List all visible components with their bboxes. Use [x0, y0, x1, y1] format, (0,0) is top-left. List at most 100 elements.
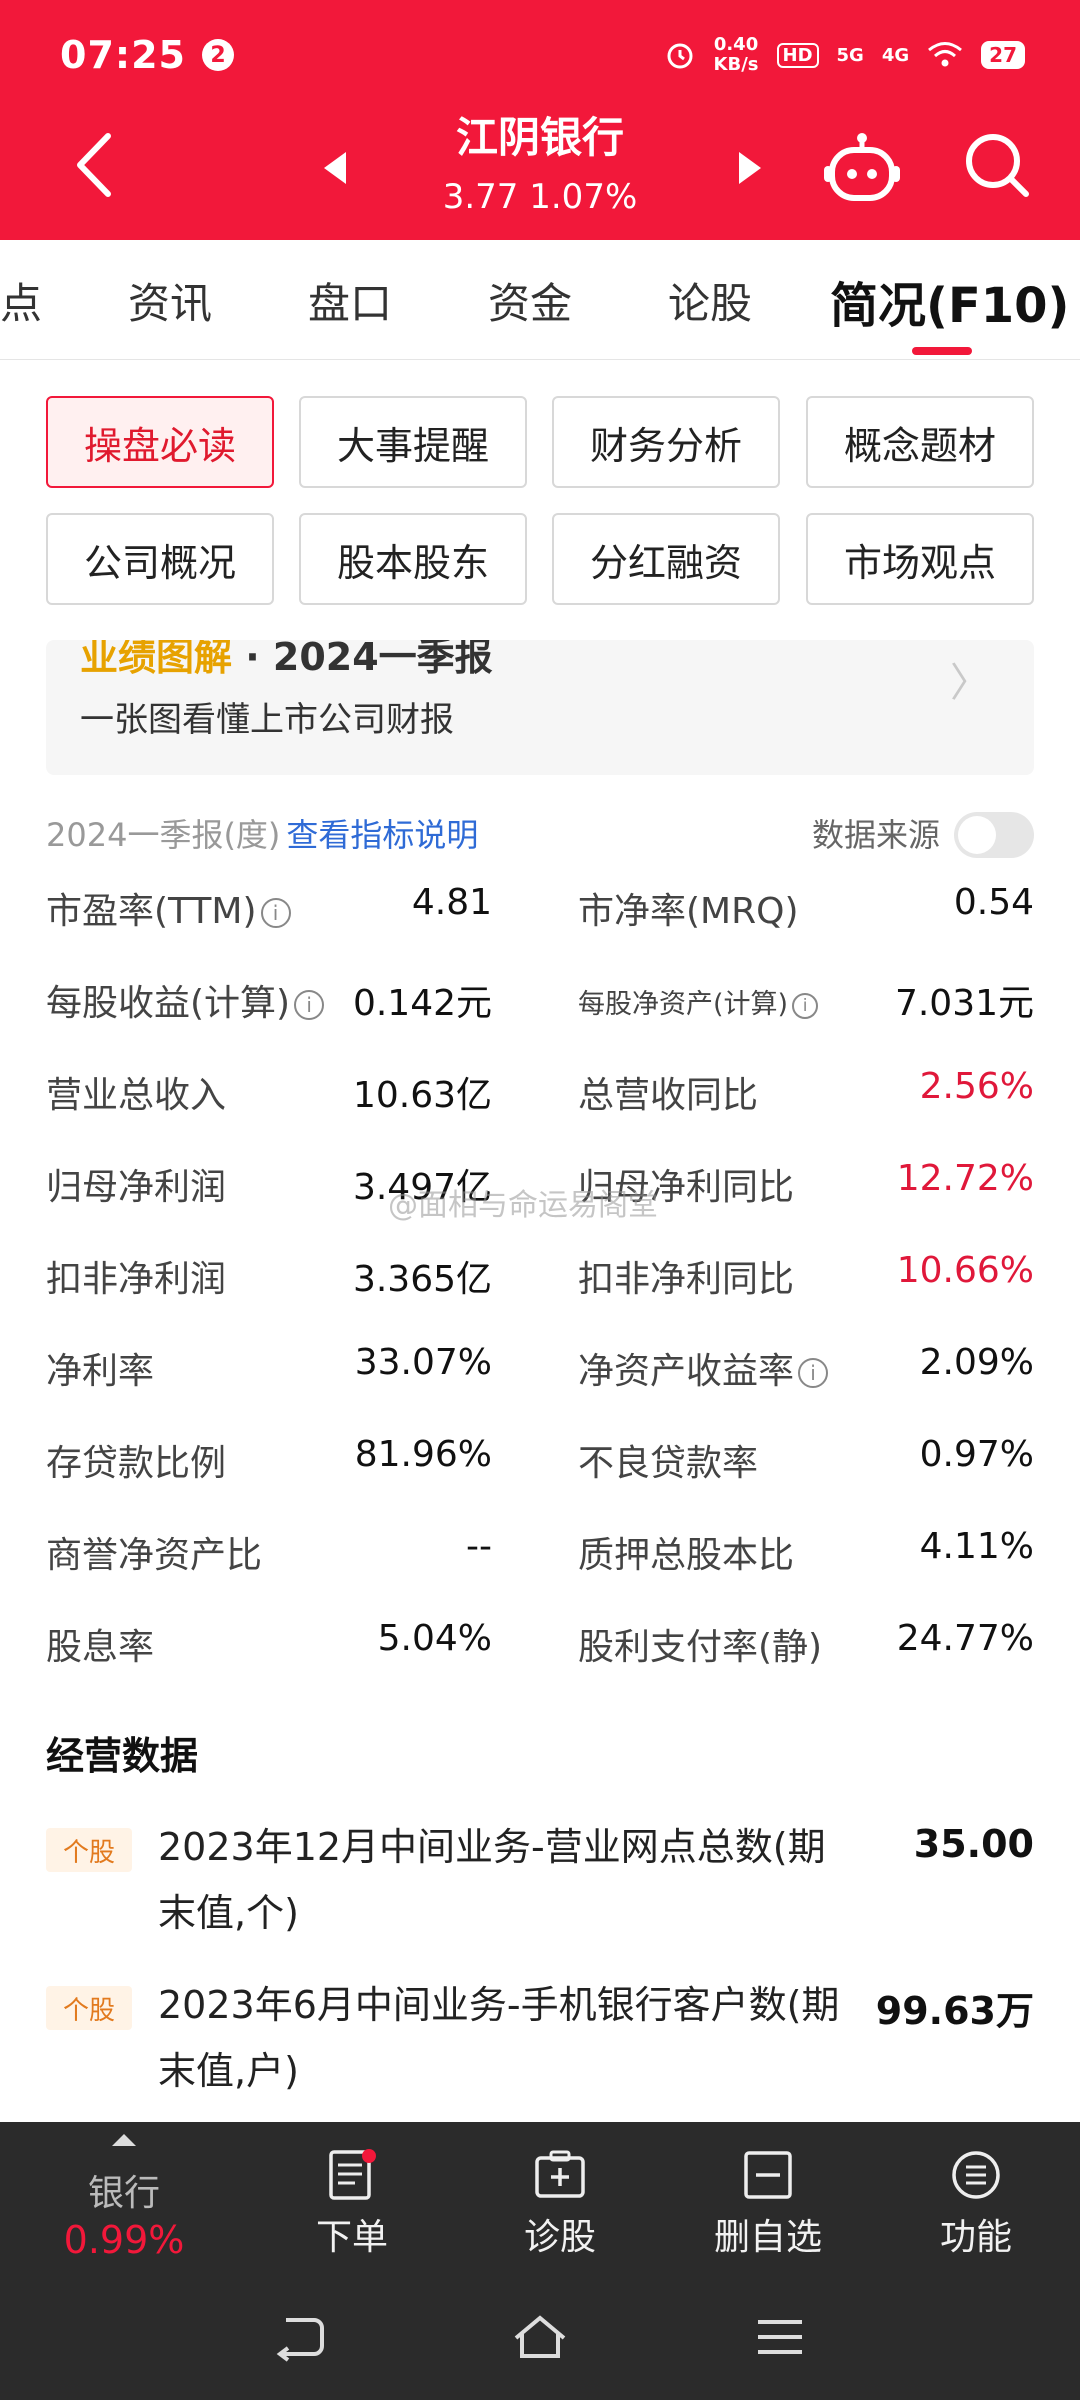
header: 07:25 2 0.40 KB/s HD 5G 4G 27 江阴银行 3.77 …: [0, 0, 1080, 240]
alarm-icon: [667, 43, 693, 69]
toggle-knob: [958, 816, 996, 854]
info-icon[interactable]: i: [294, 990, 325, 1020]
metric-label: 商誉净资产比: [46, 1526, 262, 1578]
tab-news[interactable]: 资讯: [128, 270, 212, 331]
metric-label: 不良贷款率: [578, 1434, 758, 1486]
metric-row: 商誉净资产比 -- 质押总股本比 4.11%: [46, 1506, 1034, 1598]
metric-label: 股息率: [46, 1618, 154, 1670]
tab-funds[interactable]: 资金: [488, 270, 572, 331]
bottom-toolbar: 银行 0.99% 下单 诊股 删自选 功能: [0, 2122, 1080, 2272]
btn-financial-analysis[interactable]: 财务分析: [552, 396, 780, 488]
metric-row: 市盈率(TTM) i 4.81 市净率(MRQ) 0.54: [46, 862, 1034, 954]
metric-value: 4.81: [411, 882, 492, 923]
system-menu-icon[interactable]: [752, 2312, 808, 2362]
metric-label-text: 总营收同比: [578, 1075, 759, 1116]
order-icon: [329, 2149, 376, 2200]
tab-forum[interactable]: 论股: [668, 270, 752, 331]
diagnose-button[interactable]: 诊股: [460, 2122, 660, 2272]
metric-label: 总营收同比: [578, 1066, 758, 1118]
metric-label-text: 净资产收益率: [578, 1351, 795, 1392]
stock-tag: 个股: [46, 1986, 132, 2030]
metric-label: 每股收益(计算) i: [46, 974, 325, 1026]
system-home-icon[interactable]: [512, 2312, 568, 2362]
metric-label-text: 扣非净利润: [46, 1259, 227, 1300]
speed-value: 0.40: [713, 34, 759, 55]
remove-watchlist-icon: [744, 2151, 792, 2199]
status-bar: 07:25 2 0.40 KB/s HD 5G 4G 27: [60, 30, 1025, 80]
banner-subtitle: 一张图看懂上市公司财报: [80, 700, 454, 740]
remove-watchlist-label: 删自选: [713, 2217, 822, 2258]
earnings-chart-banner[interactable]: 业绩图解 · 2024一季报 一张图看懂上市公司财报 〉: [46, 640, 1034, 775]
btn-events[interactable]: 大事提醒: [299, 396, 527, 488]
list-item[interactable]: 个股 2023年12月中间业务-营业网点总数(期末值,个) 35.00: [46, 1822, 1034, 1972]
info-icon[interactable]: i: [792, 992, 819, 1019]
section-title-operating: 经营数据: [46, 1734, 199, 1778]
metric-row: 扣非净利润 3.365亿 扣非净利同比 10.66%: [46, 1230, 1034, 1322]
metric-label: 营业总收入: [46, 1066, 226, 1118]
period-label: 2024一季报(度): [46, 816, 281, 854]
sector-change: 0.99%: [63, 2218, 185, 2262]
status-time: 07:25: [60, 33, 186, 77]
stock-quote: 3.77 1.07%: [442, 177, 638, 217]
metric-label-text: 每股净资产(计算): [578, 989, 789, 1020]
remove-watchlist-button[interactable]: 删自选: [668, 2122, 868, 2272]
watermark: @面相与命运易阁堂: [388, 1188, 658, 1223]
btn-shareholders[interactable]: 股本股东: [299, 513, 527, 605]
back-arrow-icon[interactable]: [70, 130, 120, 200]
metric-label-text: 市盈率(TTM): [46, 891, 257, 932]
metric-value: 2.09%: [919, 1342, 1034, 1383]
btn-concepts[interactable]: 概念题材: [806, 396, 1034, 488]
btn-dividends[interactable]: 分红融资: [552, 513, 780, 605]
tab-partial[interactable]: 点: [0, 270, 42, 331]
metric-label: 净利率: [46, 1342, 154, 1394]
metric-label-text: 股利支付率(静): [578, 1627, 823, 1668]
data-source-toggle[interactable]: [954, 812, 1034, 858]
metric-value: 4.11%: [919, 1526, 1034, 1567]
chevron-right-icon: 〉: [950, 660, 990, 706]
btn-must-read[interactable]: 操盘必读: [46, 396, 274, 488]
metric-label-text: 不良贷款率: [578, 1443, 759, 1484]
signal-5g-icon: 5G: [836, 44, 864, 66]
item-value: 35.00: [913, 1822, 1034, 1866]
metric-label: 扣非净利润: [46, 1250, 226, 1302]
btn-company-overview[interactable]: 公司概况: [46, 513, 274, 605]
prev-stock-icon[interactable]: [320, 150, 350, 186]
list-item[interactable]: 个股 2023年6月中间业务-手机银行客户数(期末值,户) 99.63万: [46, 1980, 1034, 2130]
info-icon[interactable]: i: [260, 898, 291, 928]
functions-button[interactable]: 功能: [876, 2122, 1076, 2272]
metric-value: 0.54: [953, 882, 1034, 923]
info-icon[interactable]: i: [798, 1358, 829, 1388]
metric-label: 存贷款比例: [46, 1434, 226, 1486]
metric-row: 股息率 5.04% 股利支付率(静) 24.77%: [46, 1598, 1034, 1690]
metric-row: 每股收益(计算) i 0.142元 每股净资产(计算) i 7.031元: [46, 954, 1034, 1046]
metric-label: 净资产收益率 i: [578, 1342, 829, 1394]
metric-label-text: 归母净利润: [46, 1167, 227, 1208]
hd-icon: HD: [776, 42, 819, 68]
metric-value: 7.031元: [894, 983, 1034, 1024]
tab-orderbook[interactable]: 盘口: [308, 270, 392, 331]
robot-assistant-icon[interactable]: [822, 130, 902, 210]
signal-4g-icon: 4G: [881, 44, 910, 66]
sector-button[interactable]: 银行 0.99%: [24, 2122, 224, 2272]
stock-name: 江阴银行: [455, 113, 624, 162]
metric-label-text: 股息率: [46, 1627, 155, 1668]
metric-value: 12.72%: [896, 1158, 1034, 1199]
order-button[interactable]: 下单: [252, 2122, 452, 2272]
search-icon[interactable]: [962, 130, 1032, 200]
next-stock-icon[interactable]: [735, 150, 765, 186]
metric-label-text: 净利率: [46, 1351, 155, 1392]
metric-label-text: 市净率(MRQ): [578, 891, 799, 932]
metric-value: 5.04%: [377, 1618, 492, 1659]
system-back-icon[interactable]: [272, 2312, 328, 2362]
metric-label: 每股净资产(计算) i: [578, 982, 819, 1021]
functions-label: 功能: [939, 2217, 1012, 2258]
indicator-help-link[interactable]: 查看指标说明: [286, 816, 478, 854]
report-period: 2024一季报(度) 查看指标说明: [46, 810, 478, 856]
btn-market-views[interactable]: 市场观点: [806, 513, 1034, 605]
banner-title-rest: · 2024一季报: [245, 640, 493, 679]
active-tab-indicator: [912, 347, 972, 355]
metric-value: 10.63亿: [352, 1075, 492, 1116]
metric-value: 10.66%: [896, 1250, 1034, 1291]
wifi-icon: [928, 42, 963, 67]
tab-profile-f10[interactable]: 简况(F10): [830, 266, 1069, 336]
